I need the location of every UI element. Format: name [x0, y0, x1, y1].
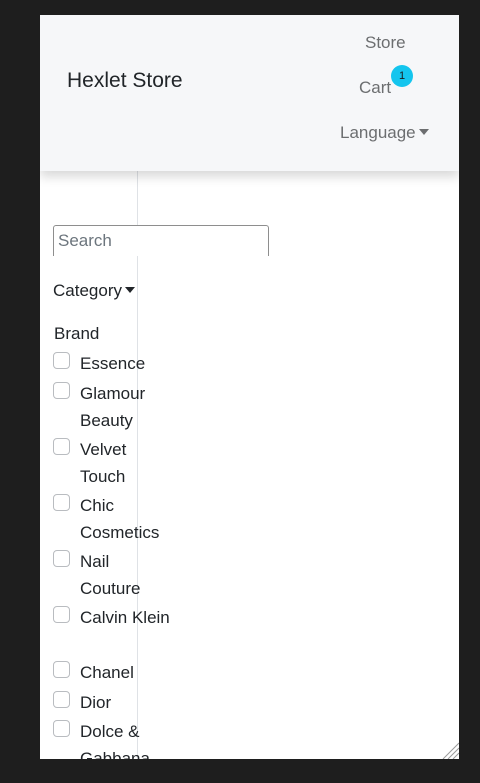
category-label: Category: [53, 281, 122, 300]
brand-label: Velvet Touch: [80, 440, 127, 486]
brand-checkbox[interactable]: [53, 550, 70, 567]
resize-grip-icon[interactable]: [439, 739, 459, 759]
navbar-brand[interactable]: Hexlet Store: [67, 69, 183, 93]
brand-checkbox[interactable]: [53, 438, 70, 455]
brand-filter-heading: Brand: [54, 324, 100, 343]
top-navbar: Hexlet Store Store Cart 1 Language: [40, 15, 459, 171]
brand-checkbox[interactable]: [53, 606, 70, 623]
brand-label: Dolce & Gabbana: [80, 722, 150, 759]
cart-count-badge: 1: [391, 65, 413, 87]
browser-viewport: Hexlet Store Store Cart 1 Language Categ…: [40, 15, 459, 759]
brand-label: Calvin Klein: [80, 608, 170, 627]
search-input[interactable]: [53, 225, 269, 256]
brand-label: Nail Couture: [80, 552, 141, 598]
language-dropdown[interactable]: Language: [340, 123, 429, 143]
brand-label: Glamour Beauty: [80, 384, 146, 430]
brand-checkbox[interactable]: [53, 720, 70, 737]
brand-label: Chanel: [80, 663, 134, 682]
nav-link-store[interactable]: Store: [365, 33, 406, 53]
caret-down-icon: [418, 129, 429, 135]
nav-link-cart[interactable]: Cart: [359, 78, 391, 98]
brand-checkbox[interactable]: [53, 691, 70, 708]
brand-label: Essence: [80, 354, 146, 373]
caret-down-icon: [124, 287, 135, 293]
language-label: Language: [340, 123, 416, 142]
brand-label: Chic Cosmetics: [80, 496, 160, 542]
brand-checkbox[interactable]: [53, 494, 70, 511]
brand-checkbox[interactable]: [53, 382, 70, 399]
brand-checkbox[interactable]: [53, 661, 70, 678]
brand-label: Dior: [80, 693, 112, 712]
category-dropdown[interactable]: Category: [53, 281, 135, 301]
brand-checkbox[interactable]: [53, 352, 70, 369]
